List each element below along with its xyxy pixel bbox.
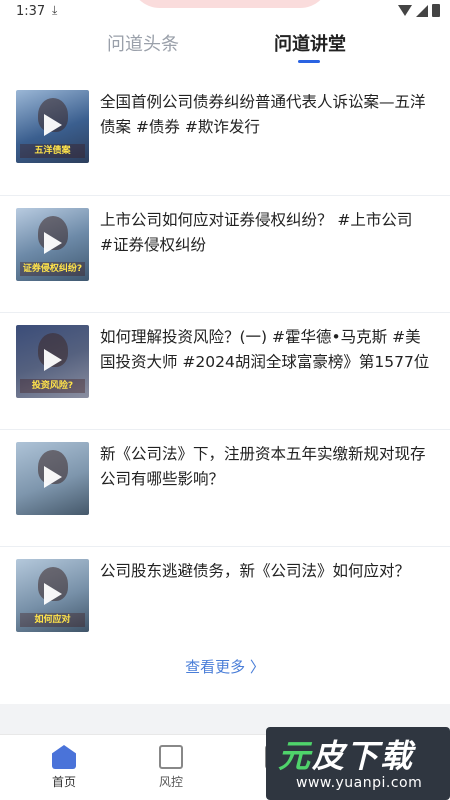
video-title[interactable]: 新《公司法》下，注册资本五年实缴新规对现存公司有哪些影响？ bbox=[100, 442, 430, 492]
play-icon bbox=[44, 583, 62, 605]
play-icon bbox=[44, 232, 62, 254]
video-title[interactable]: 全国首例公司债券纠纷普通代表人诉讼案—五洋债案 #债券 #欺诈发行 bbox=[100, 90, 430, 140]
nav-item-home[interactable]: 首页 bbox=[34, 745, 94, 790]
tab-bar: 问道头条 问道讲堂 bbox=[0, 24, 450, 68]
video-thumbnail[interactable]: 如何应对 bbox=[16, 559, 89, 632]
watermark-logo: 元皮下载 www.yuanpi.com bbox=[266, 727, 450, 800]
nav-label: 首页 bbox=[51, 775, 76, 789]
list-item[interactable]: 证券侵权纠纷? 上市公司如何应对证券侵权纠纷？ #上市公司 #证券侵权纠纷 bbox=[0, 195, 450, 312]
home-icon bbox=[52, 745, 76, 769]
play-icon bbox=[44, 349, 62, 371]
status-bar: 1:37 ⤓ bbox=[0, 0, 450, 24]
video-thumbnail[interactable]: 证券侵权纠纷? bbox=[16, 208, 89, 281]
thumbnail-caption: 五洋债案 bbox=[20, 144, 85, 158]
list-item[interactable]: 投资风险? 如何理解投资风险？(一) #霍华德•马克斯 #美国投资大师 #202… bbox=[0, 312, 450, 429]
wifi-icon bbox=[398, 5, 412, 16]
nav-label: 风控 bbox=[158, 775, 183, 789]
risk-icon bbox=[159, 745, 183, 769]
battery-icon bbox=[432, 4, 440, 17]
video-thumbnail[interactable]: 投资风险? bbox=[16, 325, 89, 398]
video-title[interactable]: 公司股东逃避债务，新《公司法》如何应对？ bbox=[100, 559, 430, 584]
list-item[interactable]: 五洋债案 全国首例公司债券纠纷普通代表人诉讼案—五洋债案 #债券 #欺诈发行 bbox=[0, 78, 450, 195]
list-item[interactable]: 新《公司法》下，注册资本五年实缴新规对现存公司有哪些影响？ bbox=[0, 429, 450, 546]
status-decoration bbox=[130, 0, 330, 8]
watermark-title: 元皮下载 bbox=[278, 737, 415, 775]
thumbnail-caption: 投资风险? bbox=[20, 379, 85, 393]
signal-icon bbox=[416, 4, 428, 17]
watermark-url: www.yuanpi.com bbox=[296, 775, 423, 791]
view-more-link[interactable]: 查看更多 〉 bbox=[0, 656, 450, 677]
video-title[interactable]: 如何理解投资风险？(一) #霍华德•马克斯 #美国投资大师 #2024胡润全球富… bbox=[100, 325, 430, 375]
play-icon bbox=[44, 466, 62, 488]
status-time: 1:37 bbox=[16, 4, 46, 19]
download-icon: ⤓ bbox=[52, 3, 58, 17]
video-title[interactable]: 上市公司如何应对证券侵权纠纷？ #上市公司 #证券侵权纠纷 bbox=[100, 208, 430, 258]
video-thumbnail[interactable] bbox=[16, 442, 89, 515]
tab-active-indicator bbox=[298, 60, 320, 63]
tab-headlines[interactable]: 问道头条 bbox=[107, 30, 179, 56]
thumbnail-caption: 证券侵权纠纷? bbox=[20, 262, 85, 276]
thumbnail-caption: 如何应对 bbox=[20, 613, 85, 627]
video-thumbnail[interactable]: 五洋债案 bbox=[16, 90, 89, 163]
status-icons bbox=[398, 4, 440, 17]
list-item[interactable]: 如何应对 公司股东逃避债务，新《公司法》如何应对？ bbox=[0, 546, 450, 663]
play-icon bbox=[44, 114, 62, 136]
nav-item-risk[interactable]: 风控 bbox=[141, 745, 201, 790]
tab-lecture[interactable]: 问道讲堂 bbox=[274, 30, 346, 56]
video-list: 五洋债案 全国首例公司债券纠纷普通代表人诉讼案—五洋债案 #债券 #欺诈发行 证… bbox=[0, 78, 450, 663]
